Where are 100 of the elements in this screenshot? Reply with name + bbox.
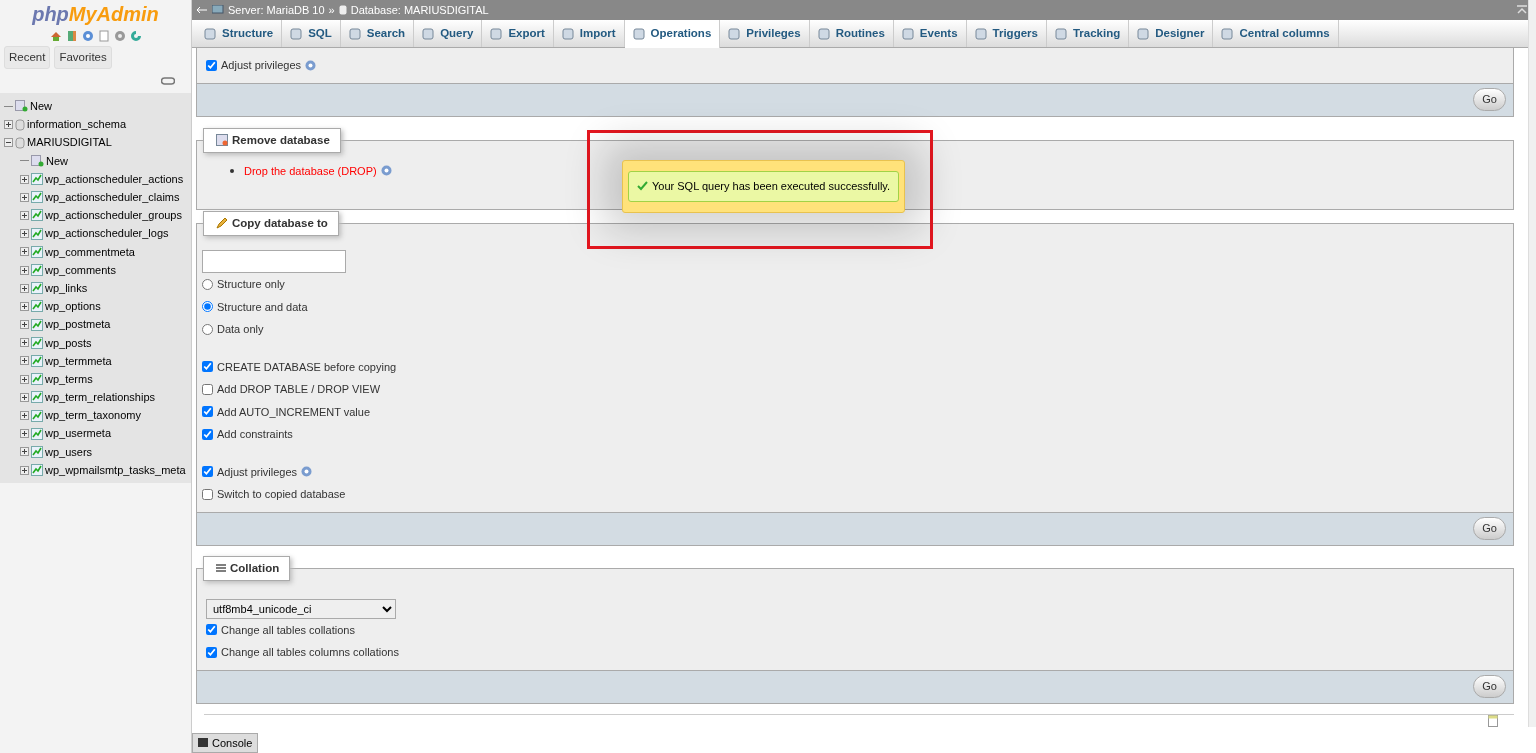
tab[interactable]: Tracking (1046, 20, 1130, 47)
checkbox[interactable] (202, 383, 213, 395)
go-button[interactable]: Go (1473, 675, 1506, 698)
table-icon (31, 409, 43, 422)
option-label[interactable]: Adjust privileges (217, 463, 298, 480)
tree-item[interactable]: New (46, 152, 68, 170)
go-button[interactable]: Go (1473, 88, 1506, 111)
expand-icon (20, 283, 29, 293)
option-label[interactable]: Add constraints (217, 426, 293, 443)
checkbox[interactable] (202, 428, 213, 440)
tree-item[interactable]: wp_actionscheduler_groups (45, 207, 182, 224)
option-label[interactable]: Change all tables collations (221, 621, 355, 638)
square-icon (348, 27, 361, 40)
tab[interactable]: Export (482, 20, 554, 47)
logo-text[interactable]: phpMyAdmin (32, 0, 159, 26)
expand-icon (20, 247, 29, 257)
tree-item[interactable]: wp_termmeta (45, 352, 112, 370)
square-icon (1054, 27, 1067, 40)
collation-dropdown[interactable]: utf8mb4_unicode_ci (206, 598, 396, 619)
tab[interactable]: Structure (196, 20, 283, 47)
tab[interactable]: Events (893, 20, 967, 47)
tree-item[interactable]: wp_options (45, 298, 101, 315)
table-icon (31, 354, 43, 367)
tree-item[interactable]: wp_users (45, 443, 93, 461)
expand-icon (20, 320, 29, 330)
checkbox[interactable] (206, 646, 217, 658)
checkbox[interactable] (202, 466, 213, 478)
checkbox[interactable] (206, 624, 217, 636)
console-button[interactable]: Console (192, 732, 259, 753)
radio-button[interactable] (202, 278, 213, 290)
option-label[interactable]: Adjust privileges (221, 57, 302, 74)
tree-item[interactable]: wp_postmeta (45, 316, 111, 333)
tree-item[interactable]: wp_actionscheduler_actions (45, 170, 184, 188)
option-label[interactable]: Add AUTO_INCREMENT value (217, 403, 371, 420)
tree-item[interactable]: wp_term_taxonomy (45, 407, 141, 424)
expand-icon (20, 301, 29, 311)
checkbox[interactable] (206, 59, 217, 71)
home-icon (49, 30, 62, 42)
table-icon (31, 191, 43, 204)
nav-button[interactable]: Favorites (54, 46, 112, 70)
section-title-text: Copy database to (232, 217, 328, 229)
tree-item[interactable]: wp_posts (45, 334, 92, 352)
square-icon (422, 27, 435, 40)
tree-item[interactable]: wp_usermeta (45, 425, 112, 442)
tab[interactable]: Privileges (720, 20, 810, 47)
tree-item[interactable]: MARIUSDIGITAL (27, 134, 112, 151)
expand-icon (20, 174, 29, 184)
tree-item[interactable]: wp_wpmailsmtp_tasks_meta (45, 461, 186, 479)
tree-item[interactable]: wp_commentmeta (45, 243, 135, 261)
go-button[interactable]: Go (1473, 517, 1506, 540)
tab[interactable]: SQL (282, 20, 341, 47)
table-icon (31, 173, 43, 186)
database-icon (15, 118, 25, 131)
nav-button[interactable]: Recent (4, 46, 51, 70)
option-label[interactable]: Structure and data (217, 298, 308, 315)
option-label[interactable]: Switch to copied database (217, 486, 346, 503)
console-icon (198, 738, 208, 748)
tab[interactable]: Designer (1129, 20, 1214, 47)
checkbox[interactable] (202, 361, 213, 373)
breadcrumb-link[interactable]: Database: MARIUSDIGITAL (350, 1, 489, 19)
tab[interactable]: Triggers (966, 20, 1047, 47)
radio-button[interactable] (202, 323, 213, 335)
check-icon (637, 181, 648, 192)
expand-icon (20, 429, 29, 439)
breadcrumb-link[interactable]: Server: MariaDB 10 (228, 1, 325, 19)
tree-item[interactable]: wp_links (45, 279, 88, 297)
expand-icon (20, 356, 29, 366)
tree-item[interactable]: wp_comments (45, 261, 116, 279)
expand-icon (20, 392, 29, 402)
checkbox[interactable] (202, 406, 213, 418)
square-icon (204, 27, 216, 40)
tree-item[interactable]: wp_terms (45, 370, 93, 388)
tab[interactable]: Central columns (1213, 20, 1339, 47)
tab[interactable]: Routines (809, 20, 894, 47)
door-icon (65, 30, 78, 42)
tree-item[interactable]: wp_actionscheduler_claims (45, 189, 180, 206)
tab[interactable]: Search (340, 20, 415, 47)
tree-item[interactable]: New (30, 98, 52, 115)
square-icon (901, 27, 914, 40)
text-field[interactable] (202, 250, 346, 273)
option-label[interactable]: CREATE DATABASE before copying (217, 358, 397, 375)
expand-icon (20, 265, 29, 275)
option-label[interactable]: Add DROP TABLE / DROP VIEW (217, 381, 381, 398)
option-label[interactable]: Structure only (217, 276, 285, 293)
table-icon (31, 336, 43, 349)
square-icon (1137, 27, 1150, 40)
tree-item[interactable]: wp_actionscheduler_logs (45, 225, 169, 242)
option-label[interactable]: Data only (217, 321, 264, 338)
radio-button[interactable] (202, 301, 213, 313)
tab[interactable]: Operations (624, 20, 721, 48)
collapse-arrow-icon (196, 5, 208, 15)
tree-item[interactable]: information_schema (27, 116, 127, 133)
scrollbar[interactable] (1528, 0, 1536, 727)
tree-item[interactable]: wp_term_relationships (45, 389, 156, 406)
pencil-icon (216, 217, 228, 229)
checkbox[interactable] (202, 488, 213, 500)
option-label[interactable]: Change all tables columns collations (221, 644, 399, 661)
tab[interactable]: Query (414, 20, 483, 47)
tab[interactable]: Import (553, 20, 625, 47)
new-icon (31, 154, 44, 167)
